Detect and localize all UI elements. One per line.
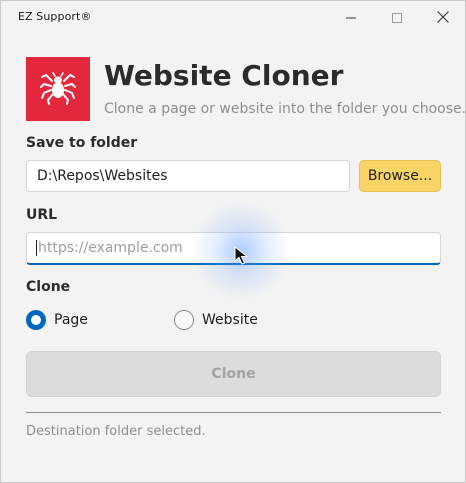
radio-page[interactable]: Page [26,310,88,330]
close-icon [437,8,449,27]
maximize-button[interactable] [374,1,420,33]
title-bar[interactable]: EZ Support® [1,1,465,33]
browse-button[interactable]: Browse... [359,160,441,192]
url-label: URL [26,207,58,223]
save-folder-label: Save to folder [26,135,138,151]
minimize-button[interactable] [328,1,374,33]
url-input[interactable]: https://example.com [26,232,441,265]
url-placeholder: https://example.com [38,240,183,256]
status-text: Destination folder selected. [26,424,206,439]
clone-mode-label: Clone [26,279,71,295]
text-caret [36,240,37,256]
minimize-icon [346,8,356,27]
app-window: EZ Support® Website Cloner Clone a page … [0,0,466,483]
clone-button[interactable]: Clone [26,351,441,397]
close-button[interactable] [420,1,465,33]
save-folder-value: D:\Repos\Websites [37,168,168,184]
radio-website-label[interactable]: Website [202,312,258,328]
app-title: Website Cloner [104,59,344,92]
radio-website[interactable]: Website [174,310,258,330]
app-logo [26,57,90,121]
spider-icon [38,67,78,111]
maximize-icon [392,8,402,27]
save-folder-input[interactable]: D:\Repos\Websites [26,160,350,192]
radio-page-label[interactable]: Page [54,312,88,328]
app-subtitle: Clone a page or website into the folder … [104,101,466,117]
radio-page-indicator[interactable] [26,310,46,330]
divider [26,412,441,413]
window-title: EZ Support® [18,10,92,23]
radio-website-indicator[interactable] [174,310,194,330]
